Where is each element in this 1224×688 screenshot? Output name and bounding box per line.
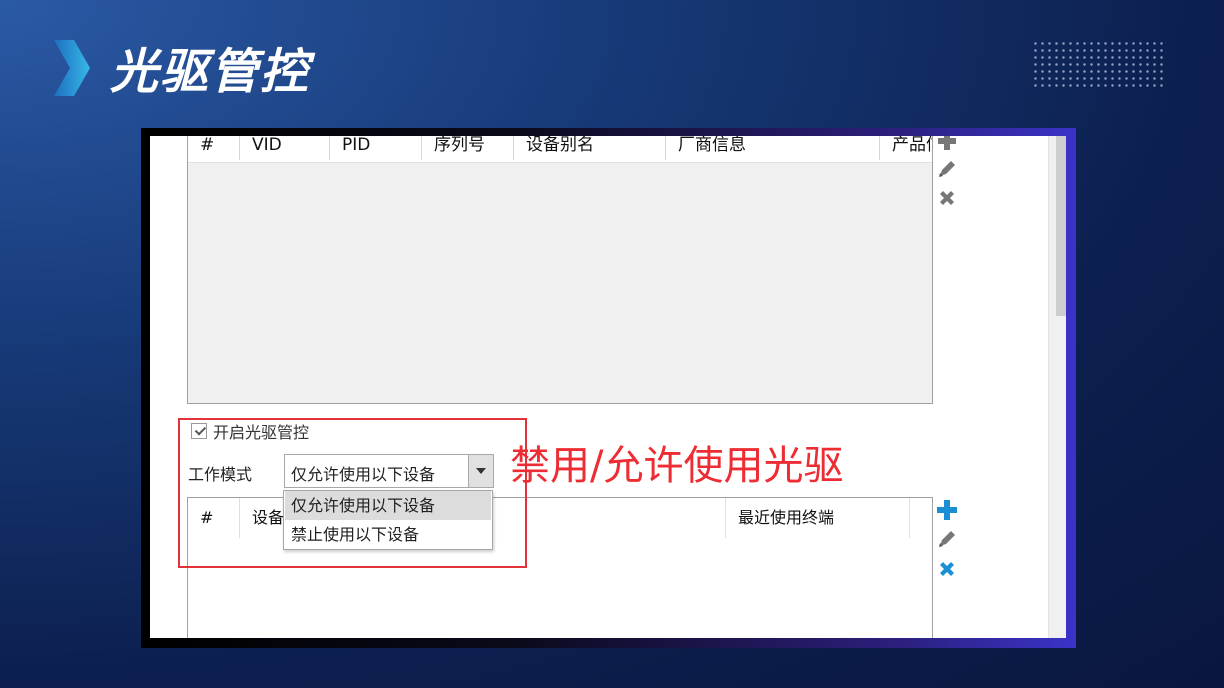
add-icon[interactable] — [936, 499, 958, 521]
delete-icon[interactable] — [936, 558, 958, 580]
annotation-label: 禁用/允许使用光驱 — [510, 443, 844, 489]
edit-icon[interactable] — [936, 528, 958, 550]
table-header: # VID PID 序列号 设备别名 厂商信息 产品信息 — [188, 136, 932, 163]
chevron-icon — [54, 40, 90, 96]
slide-title: 光驱管控 — [110, 44, 311, 100]
scrollbar-thumb[interactable] — [1056, 136, 1066, 316]
edit-icon[interactable] — [936, 158, 958, 180]
app-window: # VID PID 序列号 设备别名 厂商信息 产品信息 开启光驱管控 工作模式… — [150, 136, 1066, 638]
column-header-pid[interactable]: PID — [330, 136, 422, 160]
column-header-serial[interactable]: 序列号 — [422, 136, 514, 160]
column-header-product[interactable]: 产品信息 — [880, 136, 932, 160]
column-header-vid[interactable]: VID — [240, 136, 330, 160]
column-header-last-terminal[interactable]: 最近使用终端 — [726, 498, 910, 538]
highlight-box — [178, 418, 527, 568]
delete-icon[interactable] — [936, 187, 958, 209]
column-header-index[interactable]: # — [188, 136, 240, 160]
dot-grid-decoration — [1032, 40, 1166, 90]
column-header-alias[interactable]: 设备别名 — [514, 136, 666, 160]
add-icon[interactable] — [936, 136, 958, 152]
device-table-top: # VID PID 序列号 设备别名 厂商信息 产品信息 — [187, 136, 933, 404]
column-header-vendor[interactable]: 厂商信息 — [666, 136, 880, 160]
